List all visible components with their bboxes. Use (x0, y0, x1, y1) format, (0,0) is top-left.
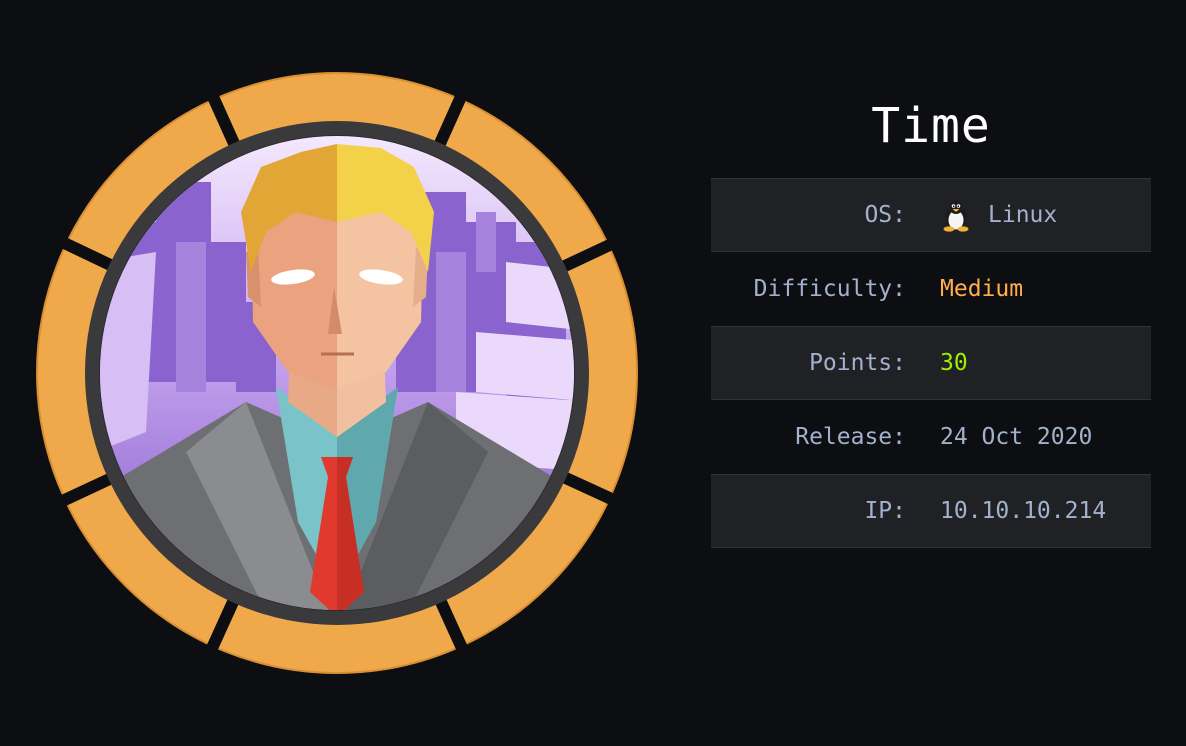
os-row: OS: Linux (711, 178, 1151, 252)
machine-name: Time (871, 98, 991, 154)
machine-info-table: OS: Linux Difficulty: Medium Points: 30 … (711, 178, 1151, 548)
release-row: Release: 24 Oct 2020 (711, 400, 1151, 474)
difficulty-row: Difficulty: Medium (711, 252, 1151, 326)
points-label: Points: (809, 350, 906, 376)
ip-row: IP: 10.10.10.214 (711, 474, 1151, 548)
machine-avatar (36, 72, 638, 674)
os-label: OS: (864, 202, 906, 228)
os-value: Linux (988, 202, 1058, 228)
points-value: 30 (940, 350, 968, 376)
machine-avatar-image (36, 72, 638, 674)
points-row: Points: 30 (711, 326, 1151, 400)
tux-penguin-icon (943, 200, 969, 232)
ip-label: IP: (864, 498, 906, 524)
ip-value: 10.10.10.214 (940, 498, 1107, 524)
release-value: 24 Oct 2020 (940, 424, 1093, 450)
difficulty-value: Medium (940, 276, 1024, 302)
release-label: Release: (795, 424, 906, 450)
os-value-wrap: Linux (940, 198, 1057, 232)
difficulty-label: Difficulty: (753, 276, 906, 302)
